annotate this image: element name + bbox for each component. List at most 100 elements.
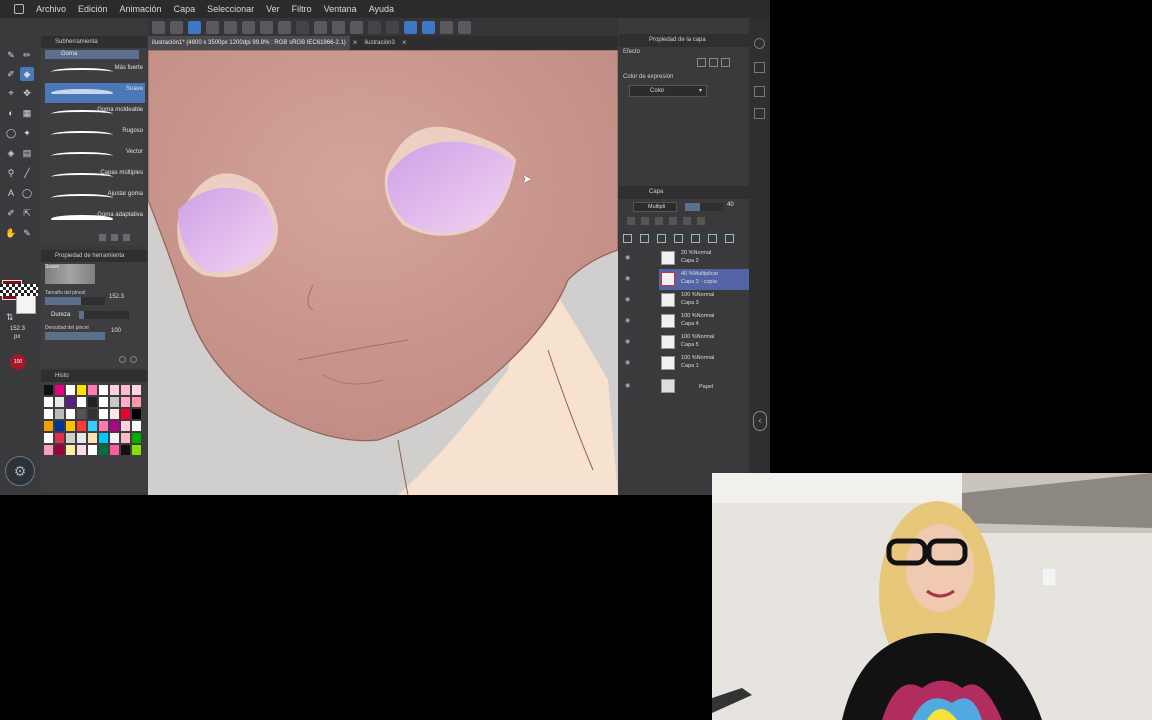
- color-swatch[interactable]: [87, 432, 98, 444]
- delete-layer-icon[interactable]: [725, 234, 734, 243]
- eye-icon[interactable]: ◉: [625, 359, 630, 366]
- menu-ver[interactable]: Ver: [260, 0, 286, 18]
- color-swatch[interactable]: [65, 432, 76, 444]
- edit-icon[interactable]: [170, 20, 183, 34]
- blend-mode-select[interactable]: Multipli: [633, 202, 677, 212]
- color-swatch[interactable]: [109, 408, 120, 420]
- snap-special-icon[interactable]: [422, 20, 435, 34]
- delete-subtool-icon[interactable]: [123, 234, 130, 241]
- color-swatch[interactable]: [65, 408, 76, 420]
- operation-tool-icon[interactable]: ⇱: [20, 206, 34, 220]
- border-effect-icon[interactable]: [697, 58, 706, 67]
- layer-opacity-slider[interactable]: [685, 203, 723, 211]
- line-tool-icon[interactable]: ╱: [20, 166, 34, 180]
- ruler-range-icon[interactable]: [697, 217, 705, 225]
- app-icon[interactable]: [8, 4, 30, 14]
- sub-color-swatch[interactable]: [16, 294, 36, 314]
- brush-size-slider[interactable]: [45, 297, 105, 305]
- color-swatch[interactable]: [98, 396, 109, 408]
- color-swatch[interactable]: [76, 420, 87, 432]
- layer-row-selected[interactable]: ◉ 40 %Multiplicar Capa 3 - copia: [625, 269, 749, 290]
- color-swatch[interactable]: [65, 384, 76, 396]
- balloon-tool-icon[interactable]: ◯: [20, 186, 34, 200]
- color-swatch[interactable]: [65, 420, 76, 432]
- reference-icon[interactable]: [641, 217, 649, 225]
- clip-icon[interactable]: [627, 217, 635, 225]
- color-swatch[interactable]: [65, 396, 76, 408]
- color-swatch[interactable]: [109, 384, 120, 396]
- decoration-tool-icon[interactable]: ✎: [20, 226, 34, 240]
- tab-illustration3[interactable]: ilustración3: [360, 36, 398, 50]
- new-vector-layer-icon[interactable]: [640, 234, 649, 243]
- layers-stack-icon[interactable]: [754, 108, 765, 119]
- color-swatch[interactable]: [109, 420, 120, 432]
- color-swatch[interactable]: [54, 432, 65, 444]
- color-swatch[interactable]: [98, 420, 109, 432]
- move-tool-icon[interactable]: ✥: [20, 86, 34, 100]
- menu-icon[interactable]: [152, 20, 165, 34]
- brush-goma-moldeable[interactable]: Goma moldeable: [45, 104, 145, 124]
- color-swatch[interactable]: [76, 384, 87, 396]
- eraser-tool-icon[interactable]: ◆: [20, 67, 34, 81]
- layer-row[interactable]: ◉ 20 %Normal Capa 2: [625, 248, 749, 269]
- text-tool-icon[interactable]: A: [4, 186, 18, 200]
- hardness-slider[interactable]: [79, 311, 129, 319]
- open-file-icon[interactable]: [224, 20, 237, 34]
- eye-icon[interactable]: ◉: [625, 382, 630, 389]
- eye-icon[interactable]: ◉: [625, 317, 630, 324]
- color-swatch[interactable]: [120, 396, 131, 408]
- color-swatch[interactable]: [120, 384, 131, 396]
- eye-icon[interactable]: ◉: [625, 338, 630, 345]
- brush-rugoso[interactable]: Rugoso: [45, 125, 145, 145]
- color-swatch[interactable]: [76, 408, 87, 420]
- fill-icon[interactable]: [332, 20, 345, 34]
- brush-suave[interactable]: Suave: [45, 83, 145, 103]
- expression-color-select[interactable]: Color ▾: [629, 85, 707, 97]
- create-subtool-icon[interactable]: [111, 234, 118, 241]
- menu-seleccionar[interactable]: Seleccionar: [201, 0, 260, 18]
- color-swatch[interactable]: [54, 396, 65, 408]
- mask-icon[interactable]: [708, 234, 717, 243]
- lasso-tool-icon[interactable]: ◯: [4, 126, 18, 140]
- color-swatch[interactable]: [120, 444, 131, 456]
- pencil-tool-icon[interactable]: ✏: [20, 48, 34, 62]
- navigator-icon[interactable]: [754, 38, 765, 49]
- brush-vector[interactable]: Vector: [45, 146, 145, 166]
- eye-icon[interactable]: ◉: [625, 275, 630, 282]
- color-swatch[interactable]: [131, 432, 142, 444]
- color-swatch[interactable]: [43, 444, 54, 456]
- color-swatch[interactable]: [131, 408, 142, 420]
- close-tab-icon[interactable]: ×: [399, 36, 410, 50]
- color-swatch[interactable]: [131, 396, 142, 408]
- smoothing-icon[interactable]: [458, 20, 471, 34]
- color-swatch[interactable]: [87, 408, 98, 420]
- color-swatch[interactable]: [87, 420, 98, 432]
- subtool-group-tab[interactable]: Goma: [45, 50, 139, 59]
- layer-row[interactable]: ◉ 100 %Normal Capa 1: [625, 353, 749, 374]
- device-icon[interactable]: [440, 20, 453, 34]
- magic-wand-icon[interactable]: ✦: [20, 126, 34, 140]
- sub-view-icon[interactable]: [754, 62, 765, 73]
- color-swatch[interactable]: [120, 420, 131, 432]
- color-swatch[interactable]: [98, 384, 109, 396]
- blend-tool-icon[interactable]: ◐: [4, 106, 18, 120]
- layer-search-icon[interactable]: [754, 86, 765, 97]
- color-swatch[interactable]: [76, 444, 87, 456]
- lock-icon[interactable]: [655, 217, 663, 225]
- collapse-panel-icon[interactable]: ‹: [753, 411, 767, 431]
- grid-icon[interactable]: [350, 20, 363, 34]
- layer-row-paper[interactable]: ◉ Papel: [625, 376, 749, 397]
- menu-filtro[interactable]: Filtro: [286, 0, 318, 18]
- duplicate-icon[interactable]: [99, 234, 106, 241]
- brush-capas-multiples[interactable]: Capas múltiples: [45, 167, 145, 187]
- color-swatch[interactable]: [87, 384, 98, 396]
- layer-color-icon[interactable]: [721, 58, 730, 67]
- color-swatch[interactable]: [43, 384, 54, 396]
- settings-icon[interactable]: [130, 356, 137, 363]
- color-swatch[interactable]: [43, 432, 54, 444]
- lock-alpha-icon[interactable]: [669, 217, 677, 225]
- mask-enable-icon[interactable]: [683, 217, 691, 225]
- tone-effect-icon[interactable]: [709, 58, 718, 67]
- color-swatch[interactable]: [87, 444, 98, 456]
- eye-icon[interactable]: ◉: [625, 296, 630, 303]
